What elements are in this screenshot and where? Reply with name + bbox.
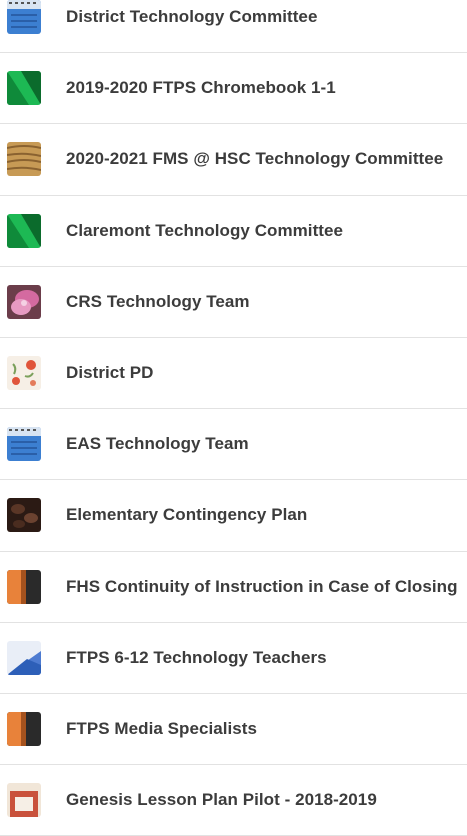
list-item[interactable]: 2020-2021 FMS @ HSC Technology Committee xyxy=(0,124,467,196)
class-name: 2020-2021 FMS @ HSC Technology Committee xyxy=(66,149,444,169)
class-name: District PD xyxy=(66,363,154,383)
class-name: District Technology Committee xyxy=(66,7,318,27)
class-name: CRS Technology Team xyxy=(66,291,250,311)
list-item[interactable]: 2019-2020 FTPS Chromebook 1-1 xyxy=(0,53,467,125)
list-item[interactable]: District Technology Committee xyxy=(0,0,467,54)
blue-paper-icon xyxy=(7,640,41,675)
pink-flower-icon xyxy=(7,284,41,319)
list-item[interactable]: FTPS 6-12 Technology Teachers xyxy=(0,623,467,694)
list-item[interactable]: EAS Technology Team xyxy=(0,409,467,481)
list-item[interactable]: Genesis Lesson Plan Pilot - 2018-2019 xyxy=(0,765,467,836)
class-name: Genesis Lesson Plan Pilot - 2018-2019 xyxy=(66,790,377,810)
orange-dark-icon xyxy=(7,569,41,604)
class-name: FTPS 6-12 Technology Teachers xyxy=(66,647,327,667)
class-list: District Technology Committee 2019-2020 … xyxy=(0,0,467,836)
floral-pattern-icon xyxy=(7,356,41,391)
orange-dark-icon xyxy=(7,711,41,746)
list-item[interactable]: Elementary Contingency Plan xyxy=(0,480,467,552)
notebook-blue-icon xyxy=(7,0,41,35)
notebook-blue-icon xyxy=(7,427,41,462)
class-name: Claremont Technology Committee xyxy=(66,220,343,240)
class-name: EAS Technology Team xyxy=(66,434,249,454)
list-item[interactable]: CRS Technology Team xyxy=(0,267,467,338)
class-name: FHS Continuity of Instruction in Case of… xyxy=(66,576,458,596)
green-triangle-icon xyxy=(7,71,41,106)
wood-texture-icon xyxy=(7,142,41,177)
cookbook-icon xyxy=(7,783,41,818)
class-name: 2019-2020 FTPS Chromebook 1-1 xyxy=(66,78,336,98)
coffee-beans-icon xyxy=(7,498,41,533)
list-item[interactable]: FHS Continuity of Instruction in Case of… xyxy=(0,552,467,623)
list-item[interactable]: Claremont Technology Committee xyxy=(0,196,467,267)
class-name: Elementary Contingency Plan xyxy=(66,505,308,525)
list-item[interactable]: FTPS Media Specialists xyxy=(0,694,467,766)
green-triangle-icon xyxy=(7,213,41,248)
class-name: FTPS Media Specialists xyxy=(66,718,257,738)
list-item[interactable]: District PD xyxy=(0,338,467,410)
